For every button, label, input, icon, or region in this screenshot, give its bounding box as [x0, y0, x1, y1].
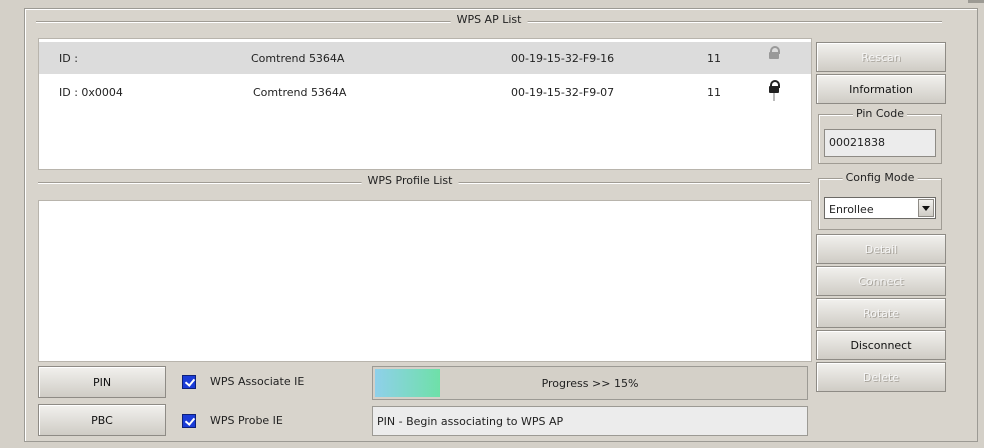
status-field: PIN - Begin associating to WPS AP [372, 406, 808, 436]
profile-list-title: WPS Profile List [361, 174, 459, 187]
ap-row-id: ID : 0x0004 [59, 86, 123, 99]
progress-text: Progress >> 15% [541, 377, 639, 390]
ap-row-bssid: 00-19-15-32-F9-07 [511, 86, 615, 99]
ap-row[interactable]: ID : 0x0004 Comtrend 5364A 00-19-15-32-F… [39, 76, 811, 108]
ap-row-ssid: Comtrend 5364A [253, 86, 347, 99]
ap-row-channel: 11 [707, 52, 721, 65]
ap-list-title: WPS AP List [450, 13, 528, 26]
progress-bar: Progress >> 15% [372, 366, 808, 400]
wps-ap-list[interactable]: ID : Comtrend 5364A 00-19-15-32-F9-16 11… [38, 38, 812, 170]
chevron-down-icon[interactable] [918, 199, 934, 217]
delete-button[interactable]: Delete [816, 362, 946, 392]
connect-button[interactable]: Connect [816, 266, 946, 296]
wps-probe-ie-checkbox[interactable] [182, 414, 196, 428]
lock-icon [769, 46, 780, 60]
wps-profile-list[interactable] [38, 200, 812, 362]
pin-code-group: Pin Code 00021838 [818, 107, 942, 164]
ap-row-channel: 11 [707, 86, 721, 99]
ap-row-bssid: 00-19-15-32-F9-16 [511, 52, 615, 65]
wps-probe-ie-label: WPS Probe IE [210, 414, 283, 427]
pin-button[interactable]: PIN [38, 366, 166, 398]
ap-row-ssid: Comtrend 5364A [251, 52, 345, 65]
ap-row[interactable]: ID : Comtrend 5364A 00-19-15-32-F9-16 11 [39, 42, 811, 74]
window-corner-mark [968, 0, 984, 3]
detail-button[interactable]: Detail [816, 234, 946, 264]
config-mode-group: Config Mode Enrollee [818, 171, 942, 230]
disconnect-button[interactable]: Disconnect [816, 330, 946, 360]
pin-code-field[interactable]: 00021838 [824, 129, 936, 157]
pin-code-label: Pin Code [852, 107, 908, 120]
ap-row-id: ID : [59, 52, 78, 65]
config-mode-select[interactable]: Enrollee [824, 197, 936, 219]
wps-associate-ie-checkbox[interactable] [182, 375, 196, 389]
lock-icon [769, 80, 780, 101]
pbc-button[interactable]: PBC [38, 404, 166, 436]
config-mode-value: Enrollee [829, 203, 874, 216]
wps-associate-ie-label: WPS Associate IE [210, 375, 305, 388]
rescan-button[interactable]: Rescan [816, 42, 946, 72]
config-mode-label: Config Mode [842, 171, 918, 184]
information-button[interactable]: Information [816, 74, 946, 104]
rotate-button[interactable]: Rotate [816, 298, 946, 328]
